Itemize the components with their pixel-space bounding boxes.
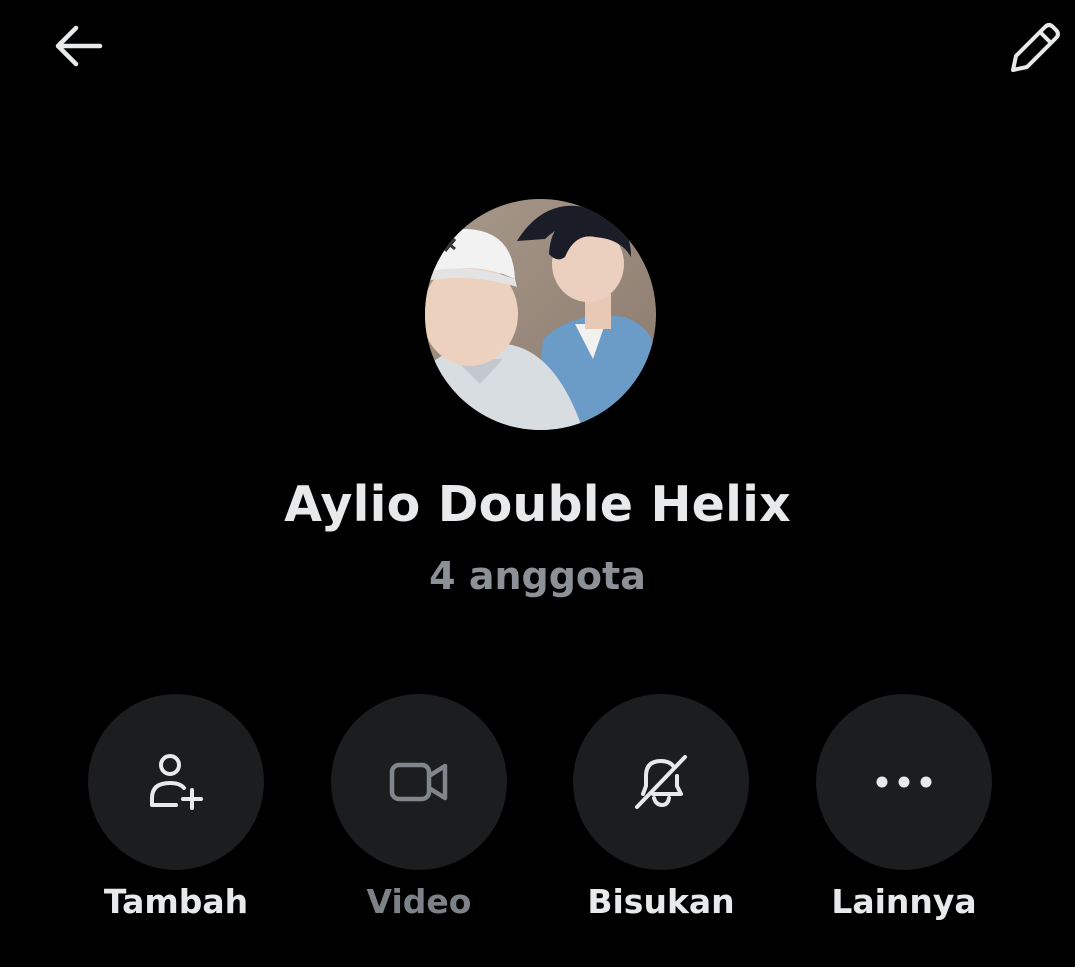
add-member-label: Tambah (103, 882, 249, 921)
arrow-left-icon (55, 25, 103, 67)
member-count[interactable]: 4 anggota (0, 554, 1075, 598)
pencil-icon (1011, 23, 1060, 72)
mute-label: Bisukan (587, 882, 735, 921)
video-camera-icon (389, 762, 448, 802)
group-avatar[interactable] (425, 199, 656, 430)
video-call-button[interactable]: Video (329, 694, 509, 934)
add-member-circle[interactable] (88, 694, 264, 870)
add-member-button[interactable]: Tambah (86, 694, 266, 934)
more-label: Lainnya (831, 882, 977, 921)
more-dots-icon (876, 776, 932, 788)
more-circle[interactable] (816, 694, 992, 870)
more-button[interactable]: Lainnya (814, 694, 994, 934)
mute-circle[interactable] (573, 694, 749, 870)
back-button[interactable] (40, 14, 116, 78)
bell-off-icon (635, 755, 687, 809)
mute-button[interactable]: Bisukan (571, 694, 751, 934)
group-photo (425, 199, 656, 430)
video-call-circle[interactable] (331, 694, 507, 870)
add-person-icon (150, 754, 203, 810)
edit-button[interactable] (995, 8, 1075, 88)
group-name: Aylio Double Helix (284, 476, 791, 533)
video-call-label: Video (366, 882, 472, 921)
